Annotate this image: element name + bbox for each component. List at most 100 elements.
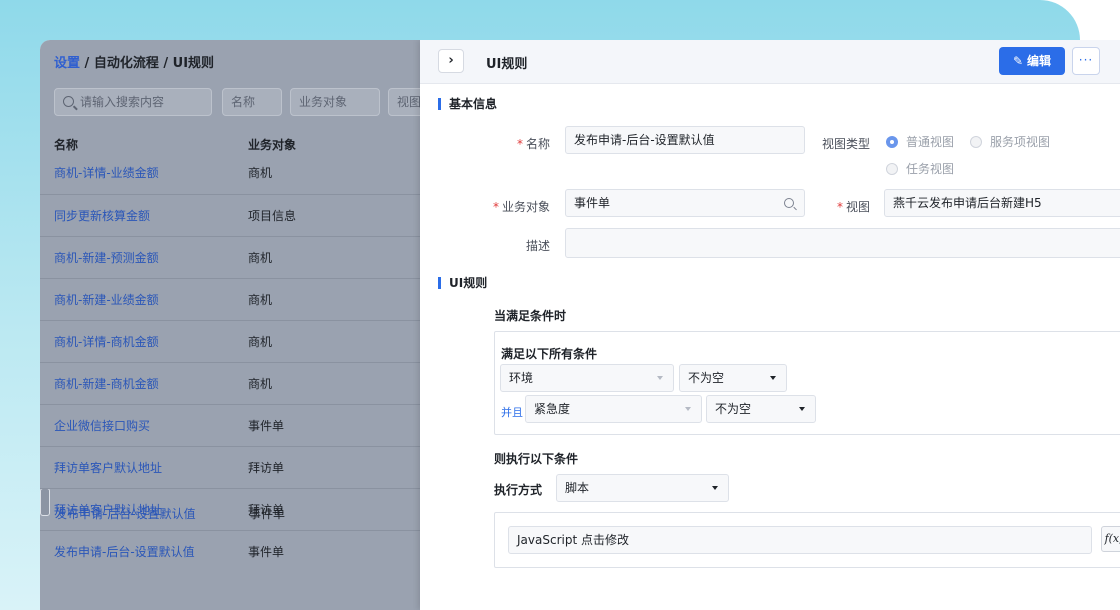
chevron-down-icon [657, 376, 663, 380]
object-field[interactable]: 事件单 [565, 189, 805, 217]
search-placeholder: 请输入搜索内容 [80, 95, 165, 109]
table-row[interactable]: 发布申请-后台-设置默认值 事件单 [40, 530, 420, 572]
object-filter-label: 业务对象 [299, 95, 348, 109]
row-name[interactable]: 发布申请-后台-设置默认值 [54, 543, 195, 560]
radio-service-view[interactable]: 服务项视图 [970, 133, 1050, 150]
row-name[interactable]: 拜访单客户默认地址 [54, 459, 162, 476]
required-mark: * [492, 200, 499, 214]
name-filter-label: 名称 [231, 95, 256, 109]
table-row[interactable]: 拜访单客户默认地址 拜访单 [40, 446, 420, 488]
table-row[interactable]: 商机-新建-商机金额 商机 [40, 362, 420, 404]
ellipsis-icon: ··· [1078, 53, 1094, 67]
object-filter[interactable]: 业务对象 [290, 88, 380, 116]
chevron-down-icon [799, 407, 805, 411]
name-filter[interactable]: 名称 [222, 88, 282, 116]
breadcrumb-separator: / [163, 56, 169, 71]
required-mark: * [516, 137, 523, 151]
row-name[interactable]: 拜访单客户默认地址 [54, 501, 162, 518]
edit-button-label: 编辑 [1027, 54, 1052, 68]
view-field-value: 燕千云发布申请后台新建H5 [893, 196, 1042, 210]
row-name[interactable]: 企业微信接口购买 [54, 417, 150, 434]
radio-dot [886, 136, 898, 148]
chevron-right-icon: › [448, 53, 454, 68]
condition-group: 满足以下所有条件 环境 不为空 并且 紧急度 不为空 [494, 331, 1120, 435]
view-label-text: 视图 [845, 200, 870, 214]
condition-operator-value: 不为空 [688, 371, 725, 385]
breadcrumb-settings-link[interactable]: 设置 [54, 56, 80, 71]
row-name[interactable]: 商机-新建-商机金额 [54, 375, 159, 392]
row-object: 事件单 [248, 545, 285, 559]
search-icon[interactable] [784, 198, 794, 208]
condition-field-select[interactable]: 环境 [500, 364, 674, 392]
object-label-text: 业务对象 [501, 200, 550, 214]
radio-label: 任务视图 [906, 162, 955, 176]
row-object: 商机 [248, 166, 273, 180]
table-row[interactable]: 同步更新核算金额 项目信息 [40, 194, 420, 236]
radio-normal-view[interactable]: 普通视图 [886, 133, 954, 150]
row-object: 商机 [248, 251, 273, 265]
description-field[interactable] [565, 228, 1120, 258]
when-label: 当满足条件时 [494, 309, 567, 323]
exec-mode-select[interactable]: 脚本 [556, 474, 729, 502]
row-name[interactable]: 商机-新建-业绩金额 [54, 291, 159, 308]
exec-mode-value: 脚本 [565, 481, 590, 495]
name-field-value: 发布申请-后台-设置默认值 [574, 133, 715, 147]
table-row[interactable]: 商机-详情-业绩金额 商机 [40, 164, 420, 194]
then-label: 则执行以下条件 [494, 452, 579, 466]
object-label: * 业务对象 [480, 198, 550, 215]
view-filter[interactable]: 视图 [388, 88, 424, 116]
all-conditions-label: 满足以下所有条件 [501, 347, 598, 361]
radio-label: 服务项视图 [990, 135, 1051, 149]
breadcrumb: 设置 / 自动化流程 / UI规则 [54, 52, 214, 71]
rule-list-panel: 设置 / 自动化流程 / UI规则 请输入搜索内容 名称 业务对象 视图 名称 … [40, 40, 424, 610]
row-name[interactable]: 商机-详情-商机金额 [54, 333, 159, 350]
table-row[interactable]: 商机-新建-预测金额 商机 [40, 236, 420, 278]
condition-operator-select[interactable]: 不为空 [706, 395, 816, 423]
more-actions-button[interactable]: ··· [1072, 47, 1100, 75]
row-name[interactable]: 商机-新建-预测金额 [54, 249, 159, 266]
radio-task-view[interactable]: 任务视图 [886, 160, 954, 177]
exec-mode-label: 执行方式 [494, 483, 543, 497]
search-icon [63, 96, 74, 107]
view-type-label: 视图类型 [821, 137, 870, 151]
script-container: JavaScript 点击修改 f(x) [494, 512, 1120, 568]
breadcrumb-automation[interactable]: 自动化流程 [94, 56, 159, 71]
app-window: 设置 / 自动化流程 / UI规则 请输入搜索内容 名称 业务对象 视图 名称 … [40, 40, 1120, 610]
row-object: 商机 [248, 335, 273, 349]
table-header: 名称 业务对象 [40, 136, 420, 164]
collapse-drawer-button[interactable]: › [438, 49, 464, 73]
function-icon: f(x) [1104, 532, 1120, 545]
condition-operator-value: 不为空 [715, 402, 752, 416]
edit-button[interactable]: ✎ 编辑 [999, 47, 1065, 75]
row-name[interactable]: 同步更新核算金额 [54, 207, 150, 224]
column-header-object: 业务对象 [248, 138, 297, 152]
row-object: 拜访单 [248, 503, 285, 517]
radio-dot [970, 136, 982, 148]
drawer-header: › UI规则 ✎ 编辑 ··· [420, 40, 1120, 84]
filter-bar: 请输入搜索内容 名称 业务对象 视图 [54, 88, 424, 116]
radio-label: 普通视图 [906, 135, 955, 149]
view-field[interactable]: 燕千云发布申请后台新建H5 [884, 189, 1120, 217]
name-label: * 名称 [480, 135, 550, 152]
chevron-down-icon [770, 376, 776, 380]
row-name[interactable]: 商机-详情-业绩金额 [54, 164, 159, 181]
table-row[interactable]: 拜访单客户默认地址 拜访单 [40, 488, 420, 530]
table-row[interactable]: 商机-新建-业绩金额 商机 [40, 278, 420, 320]
column-header-name: 名称 [54, 138, 79, 152]
row-object: 事件单 [248, 419, 285, 433]
condition-field-select[interactable]: 紧急度 [525, 395, 702, 423]
script-placeholder: JavaScript 点击修改 [517, 533, 629, 547]
condition-operator-select[interactable]: 不为空 [679, 364, 787, 392]
and-connector[interactable]: 并且 [501, 404, 523, 420]
required-mark: * [836, 200, 843, 214]
search-input[interactable]: 请输入搜索内容 [54, 88, 212, 116]
function-editor-button[interactable]: f(x) [1101, 526, 1120, 552]
breadcrumb-separator: / [84, 56, 90, 71]
script-editor-field[interactable]: JavaScript 点击修改 [508, 526, 1092, 554]
view-filter-label: 视图 [397, 95, 422, 109]
table-row[interactable]: 商机-详情-商机金额 商机 [40, 320, 420, 362]
name-field[interactable]: 发布申请-后台-设置默认值 [565, 126, 805, 154]
section-title-basic: 基本信息 [438, 98, 497, 110]
name-label-text: 名称 [525, 137, 550, 151]
table-row[interactable]: 企业微信接口购买 事件单 [40, 404, 420, 446]
